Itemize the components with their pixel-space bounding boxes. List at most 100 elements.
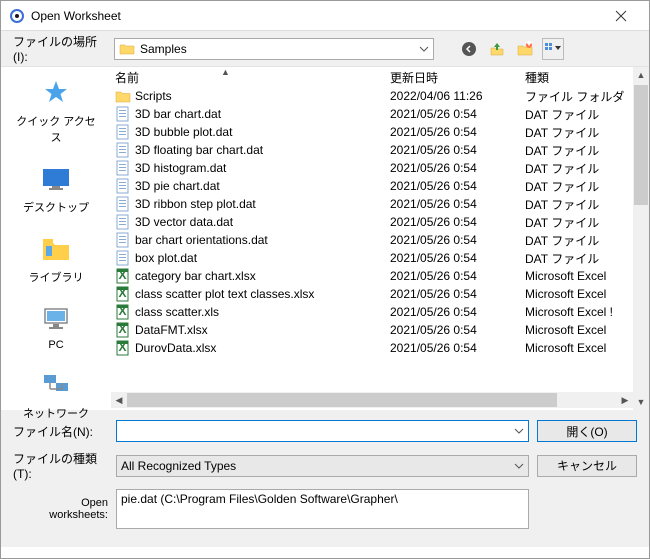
col-type[interactable]: 種類	[525, 69, 625, 86]
file-name: 3D bar chart.dat	[135, 107, 221, 121]
file-row[interactable]: Xclass scatter plot text classes.xlsx202…	[111, 285, 649, 303]
file-row[interactable]: Xclass scatter.xls2021/05/26 0:54Microso…	[111, 303, 649, 321]
file-row[interactable]: Scripts2022/04/06 11:26ファイル フォルダー	[111, 87, 649, 105]
place-libraries[interactable]: ライブラリ	[16, 233, 96, 285]
file-type: Microsoft Excel	[525, 341, 625, 355]
file-date: 2021/05/26 0:54	[390, 287, 525, 301]
file-date: 2021/05/26 0:54	[390, 197, 525, 211]
filename-field[interactable]	[121, 421, 504, 441]
file-name: class scatter.xls	[135, 305, 219, 319]
column-headers[interactable]: 名前 ▲ 更新日時 種類	[111, 67, 649, 87]
file-type: DAT ファイル	[525, 250, 625, 267]
scroll-down-icon[interactable]: ▼	[633, 394, 649, 410]
scroll-up-icon[interactable]: ▲	[633, 67, 649, 83]
file-type: DAT ファイル	[525, 214, 625, 231]
svg-text:X: X	[118, 322, 126, 336]
file-row[interactable]: bar chart orientations.dat2021/05/26 0:5…	[111, 231, 649, 249]
file-row[interactable]: 3D floating bar chart.dat2021/05/26 0:54…	[111, 141, 649, 159]
place-network[interactable]: ネットワーク	[16, 369, 96, 421]
xls-icon: X	[115, 268, 131, 284]
vertical-scrollbar[interactable]: ▲ ▼	[633, 67, 649, 410]
file-row[interactable]: 3D pie chart.dat 2021/05/26 0:54DAT ファイル	[111, 177, 649, 195]
file-type: ファイル フォルダー	[525, 88, 625, 105]
quickaccess-icon	[40, 77, 72, 109]
col-name[interactable]: 名前	[115, 69, 390, 86]
place-desktop[interactable]: デスクトップ	[16, 163, 96, 215]
file-type: DAT ファイル	[525, 178, 625, 195]
file-name: category bar chart.xlsx	[135, 269, 256, 283]
file-type: Microsoft Excel !	[525, 305, 625, 319]
up-button[interactable]	[486, 38, 508, 60]
scroll-thumb[interactable]	[127, 393, 557, 407]
file-row[interactable]: XDataFMT.xlsx2021/05/26 0:54Microsoft Ex…	[111, 321, 649, 339]
file-name: 3D vector data.dat	[135, 215, 233, 229]
file-date: 2021/05/26 0:54	[390, 125, 525, 139]
file-row[interactable]: 3D bubble plot.dat2021/05/26 0:54DAT ファイ…	[111, 123, 649, 141]
chevron-down-icon	[419, 43, 429, 57]
file-list: 名前 ▲ 更新日時 種類 Scripts2022/04/06 11:26ファイル…	[111, 67, 649, 410]
file-name: box plot.dat	[135, 251, 197, 265]
file-date: 2021/05/26 0:54	[390, 161, 525, 175]
dat-icon	[115, 142, 131, 158]
file-row[interactable]: 3D vector data.dat2021/05/26 0:54DAT ファイ…	[111, 213, 649, 231]
place-quickaccess[interactable]: クイック アクセス	[16, 77, 96, 145]
file-date: 2021/05/26 0:54	[390, 179, 525, 193]
folder-dropdown[interactable]: Samples	[114, 38, 434, 60]
file-row[interactable]: box plot.dat2021/05/26 0:54DAT ファイル	[111, 249, 649, 267]
place-label: PC	[48, 339, 63, 351]
file-row[interactable]: XDurovData.xlsx2021/05/26 0:54Microsoft …	[111, 339, 649, 357]
file-name: 3D pie chart.dat	[135, 179, 220, 193]
file-date: 2021/05/26 0:54	[390, 269, 525, 283]
file-date: 2021/05/26 0:54	[390, 143, 525, 157]
chevron-down-icon[interactable]	[514, 425, 524, 439]
file-type: DAT ファイル	[525, 142, 625, 159]
places-sidebar: クイック アクセス デスクトップ ライブラリ PC ネットワーク	[1, 67, 111, 410]
file-row[interactable]: 3D ribbon step plot.dat2021/05/26 0:54DA…	[111, 195, 649, 213]
file-row[interactable]: 3D histogram.dat 2021/05/26 0:54DAT ファイル	[111, 159, 649, 177]
svg-text:X: X	[118, 304, 126, 318]
file-row[interactable]: 3D bar chart.dat2021/05/26 0:54DAT ファイル	[111, 105, 649, 123]
file-date: 2022/04/06 11:26	[390, 89, 525, 103]
file-type: DAT ファイル	[525, 232, 625, 249]
open-worksheets-list[interactable]: pie.dat (C:\Program Files\Golden Softwar…	[116, 489, 529, 529]
location-label: ファイルの場所(I):	[13, 33, 108, 64]
file-date: 2021/05/26 0:54	[390, 107, 525, 121]
dat-icon	[115, 160, 131, 176]
app-icon	[9, 8, 25, 24]
new-folder-button[interactable]: ✦	[514, 38, 536, 60]
file-name: 3D histogram.dat	[135, 161, 226, 175]
file-type: DAT ファイル	[525, 160, 625, 177]
file-name: 3D bubble plot.dat	[135, 125, 232, 139]
cancel-button[interactable]: キャンセル	[537, 455, 637, 477]
open-worksheets-label: Open worksheets:	[13, 497, 108, 521]
chevron-down-icon[interactable]	[514, 460, 524, 474]
xls-icon: X	[115, 340, 131, 356]
xls-icon: X	[115, 286, 131, 302]
scroll-thumb[interactable]	[634, 85, 648, 205]
folder-icon	[119, 41, 135, 57]
filename-input[interactable]	[116, 420, 529, 442]
dat-icon	[115, 232, 131, 248]
horizontal-scrollbar[interactable]: ◀ ▶	[111, 392, 649, 408]
filetype-select[interactable]: All Recognized Types	[116, 455, 529, 477]
col-date[interactable]: 更新日時	[390, 69, 525, 86]
xls-icon: X	[115, 322, 131, 338]
scroll-right-icon[interactable]: ▶	[617, 395, 633, 406]
filename-label: ファイル名(N):	[13, 423, 108, 440]
place-label: デスクトップ	[23, 199, 89, 215]
place-pc[interactable]: PC	[16, 303, 96, 351]
view-menu-button[interactable]	[542, 38, 564, 60]
file-row[interactable]: Xcategory bar chart.xlsx 2021/05/26 0:54M…	[111, 267, 649, 285]
dat-icon	[115, 124, 131, 140]
close-button[interactable]	[601, 2, 641, 30]
file-date: 2021/05/26 0:54	[390, 341, 525, 355]
open-button[interactable]: 開く(O)	[537, 420, 637, 442]
file-type: Microsoft Excel	[525, 269, 625, 283]
back-button[interactable]	[458, 38, 480, 60]
file-rows: Scripts2022/04/06 11:26ファイル フォルダー 3D bar …	[111, 87, 649, 392]
scroll-left-icon[interactable]: ◀	[111, 395, 127, 406]
window-title: Open Worksheet	[31, 9, 601, 23]
file-name: 3D ribbon step plot.dat	[135, 197, 256, 211]
file-type: Microsoft Excel	[525, 323, 625, 337]
file-date: 2021/05/26 0:54	[390, 323, 525, 337]
